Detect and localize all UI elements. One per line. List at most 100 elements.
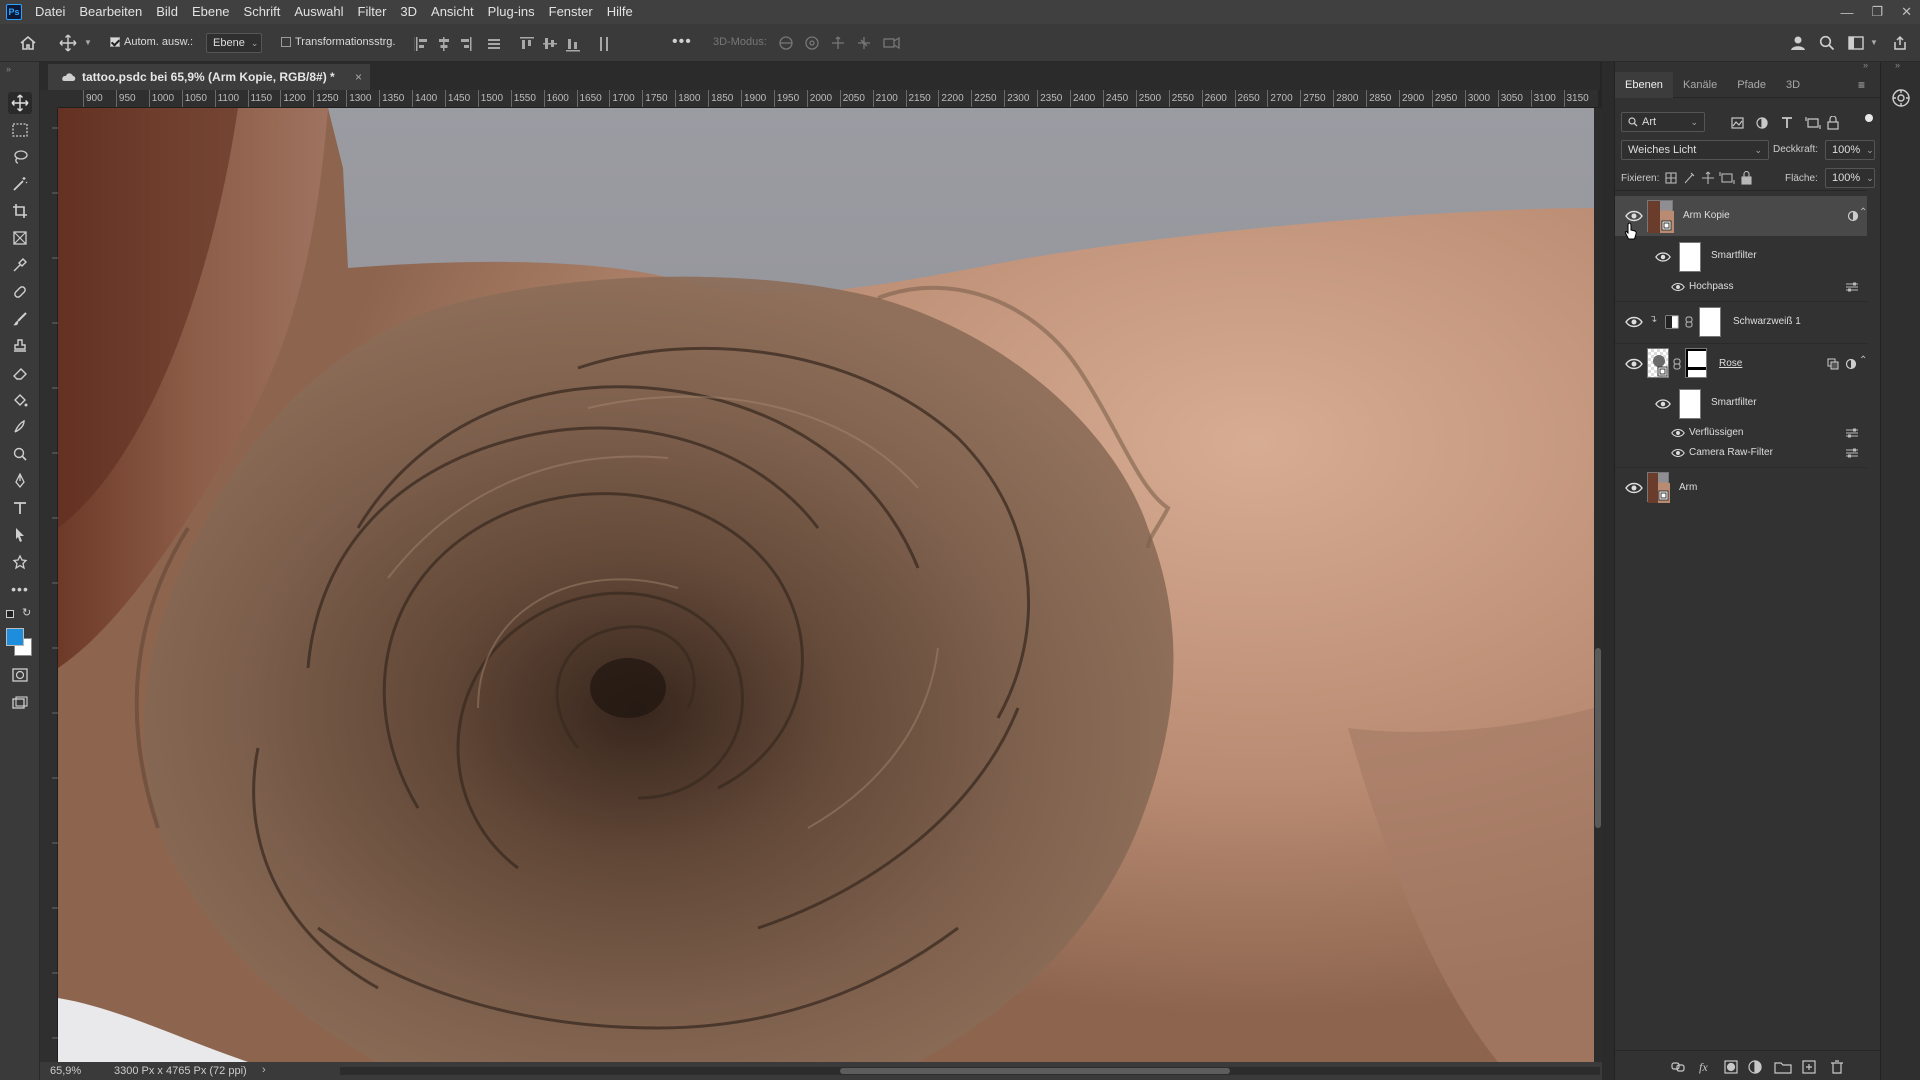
crop-tool-icon[interactable] xyxy=(8,200,32,222)
share-user-icon[interactable] xyxy=(1788,33,1808,53)
layer-filter-type-icons[interactable] xyxy=(1731,116,1841,130)
close-tab-icon[interactable]: × xyxy=(355,70,362,84)
workspace-icon[interactable] xyxy=(1846,33,1866,53)
eraser-tool-icon[interactable] xyxy=(8,362,32,384)
smudge-tool-icon[interactable] xyxy=(8,416,32,438)
status-menu-arrow-icon[interactable]: › xyxy=(262,1064,266,1076)
swap-colors-icon[interactable]: ↻ xyxy=(22,606,31,619)
layer-filter-dropdown[interactable]: Art ⌄ xyxy=(1621,112,1705,132)
paint-bucket-tool-icon[interactable] xyxy=(8,389,32,411)
visibility-eye-icon[interactable] xyxy=(1625,209,1643,223)
menu-fenster[interactable]: Fenster xyxy=(542,0,600,24)
visibility-eye-icon[interactable] xyxy=(1671,447,1685,459)
filter-name[interactable]: Verflüssigen xyxy=(1689,427,1743,438)
filter-blending-options-icon[interactable] xyxy=(1845,282,1859,292)
more-tools-icon[interactable]: ••• xyxy=(8,578,32,600)
tab-3d[interactable]: 3D xyxy=(1776,72,1810,98)
lasso-tool-icon[interactable] xyxy=(8,146,32,168)
menu-3d[interactable]: 3D xyxy=(393,0,424,24)
properties-panel-icon[interactable] xyxy=(1891,88,1911,108)
filter-blending-options-icon[interactable] xyxy=(1845,428,1859,438)
auto-select-target-dropdown[interactable]: Ebene ⌄ xyxy=(206,33,262,53)
share-export-icon[interactable] xyxy=(1890,33,1910,53)
move-tool-preset-icon[interactable] xyxy=(58,33,78,53)
checkbox-unchecked-icon[interactable] xyxy=(281,37,291,48)
visibility-eye-icon[interactable] xyxy=(1671,281,1685,293)
menu-filter[interactable]: Filter xyxy=(351,0,394,24)
minimize-icon[interactable]: — xyxy=(1840,5,1853,20)
link-chain-icon[interactable] xyxy=(1673,358,1681,370)
menu-bearbeiten[interactable]: Bearbeiten xyxy=(72,0,149,24)
tab-ebenen[interactable]: Ebenen xyxy=(1615,71,1673,98)
more-options-icon[interactable]: ••• xyxy=(672,33,692,51)
layer-name[interactable]: Arm Kopie xyxy=(1683,210,1730,221)
screen-mode-icon[interactable] xyxy=(8,692,32,714)
align-distribute-icons[interactable] xyxy=(416,36,646,52)
dodge-tool-icon[interactable] xyxy=(8,443,32,465)
document-canvas[interactable] xyxy=(58,108,1594,1062)
menu-bild[interactable]: Bild xyxy=(149,0,185,24)
filter-hochpass[interactable]: Hochpass xyxy=(1615,276,1867,298)
layer-mask-thumbnail[interactable] xyxy=(1685,348,1707,378)
vertical-scrollbar[interactable] xyxy=(1594,108,1602,1062)
checkbox-checked-icon[interactable] xyxy=(110,37,120,48)
chevron-down-icon[interactable]: ▼ xyxy=(1870,38,1878,47)
filter-toggle-icon[interactable] xyxy=(1865,114,1873,122)
collapse-panels-icon[interactable]: » xyxy=(1863,60,1868,70)
layer-name[interactable]: Smartfilter xyxy=(1711,397,1757,408)
foreground-color-swatch[interactable] xyxy=(6,628,24,646)
clone-stamp-tool-icon[interactable] xyxy=(8,335,32,357)
menu-ansicht[interactable]: Ansicht xyxy=(424,0,481,24)
visibility-eye-icon[interactable] xyxy=(1655,397,1671,411)
layer-arm[interactable]: Arm xyxy=(1615,467,1867,507)
vertical-ruler[interactable] xyxy=(40,108,58,1062)
link-chain-icon[interactable] xyxy=(1685,316,1693,328)
filter-name[interactable]: Camera Raw-Filter xyxy=(1689,447,1773,458)
ruler-origin[interactable] xyxy=(40,90,58,108)
chevron-down-icon[interactable]: ▼ xyxy=(84,38,92,47)
layer-actions-icons[interactable]: fx xyxy=(1671,1059,1871,1075)
magic-wand-tool-icon[interactable] xyxy=(8,173,32,195)
visibility-eye-icon[interactable] xyxy=(1655,250,1671,264)
visibility-eye-icon[interactable] xyxy=(1671,427,1685,439)
vertical-scrollbar-thumb[interactable] xyxy=(1595,648,1601,828)
transform-controls-checkbox[interactable]: Transformationsstrg. xyxy=(281,36,395,48)
horizontal-scrollbar[interactable] xyxy=(340,1067,1600,1075)
filter-blending-options-icon[interactable] xyxy=(1845,448,1859,458)
3d-mode-icons[interactable] xyxy=(778,35,908,51)
menu-plugins[interactable]: Plug-ins xyxy=(481,0,542,24)
restore-icon[interactable]: ❐ xyxy=(1871,4,1883,20)
zoom-level[interactable]: 65,9% xyxy=(50,1065,81,1077)
default-colors-icon[interactable] xyxy=(6,610,14,618)
menu-ebene[interactable]: Ebene xyxy=(185,0,237,24)
visibility-eye-icon[interactable] xyxy=(1625,315,1643,329)
eyedropper-tool-icon[interactable] xyxy=(8,254,32,276)
horizontal-scrollbar-thumb[interactable] xyxy=(840,1068,1230,1074)
visibility-eye-icon[interactable] xyxy=(1625,481,1643,495)
layer-name[interactable]: Schwarzweiß 1 xyxy=(1733,316,1801,327)
quick-mask-icon[interactable] xyxy=(8,664,32,686)
menu-schrift[interactable]: Schrift xyxy=(237,0,288,24)
brush-tool-icon[interactable] xyxy=(8,308,32,330)
layer-name[interactable]: Arm xyxy=(1679,482,1697,493)
marquee-tool-icon[interactable] xyxy=(8,119,32,141)
search-icon[interactable] xyxy=(1817,33,1837,53)
layer-name[interactable]: Rose xyxy=(1719,358,1742,369)
type-tool-icon[interactable] xyxy=(8,497,32,519)
collapse-toolbar-icon[interactable]: » xyxy=(6,64,11,74)
layer-smartfilter-arm-kopie[interactable]: Smartfilter xyxy=(1615,238,1867,276)
document-tab[interactable]: tattoo.psdc bei 65,9% (Arm Kopie, RGB/8#… xyxy=(48,64,370,90)
tab-pfade[interactable]: Pfade xyxy=(1727,72,1776,98)
layer-schwarzweiss-1[interactable]: ↴ Schwarzweiß 1 xyxy=(1615,301,1867,341)
pen-tool-icon[interactable] xyxy=(8,470,32,492)
auto-select-checkbox[interactable]: Autom. ausw.: xyxy=(110,36,193,48)
layer-arm-kopie[interactable]: Arm Kopie ⌃ xyxy=(1615,196,1867,236)
collapse-dock-icon[interactable]: » xyxy=(1895,60,1900,70)
filter-camera-raw[interactable]: Camera Raw-Filter xyxy=(1615,443,1867,463)
layer-name[interactable]: Smartfilter xyxy=(1711,250,1757,261)
expand-collapse-icon[interactable]: ⌃ xyxy=(1859,355,1867,366)
frame-tool-icon[interactable] xyxy=(8,227,32,249)
menu-datei[interactable]: Datei xyxy=(28,0,72,24)
visibility-eye-icon[interactable] xyxy=(1625,357,1643,371)
panel-menu-icon[interactable]: ≡ xyxy=(1858,78,1865,92)
